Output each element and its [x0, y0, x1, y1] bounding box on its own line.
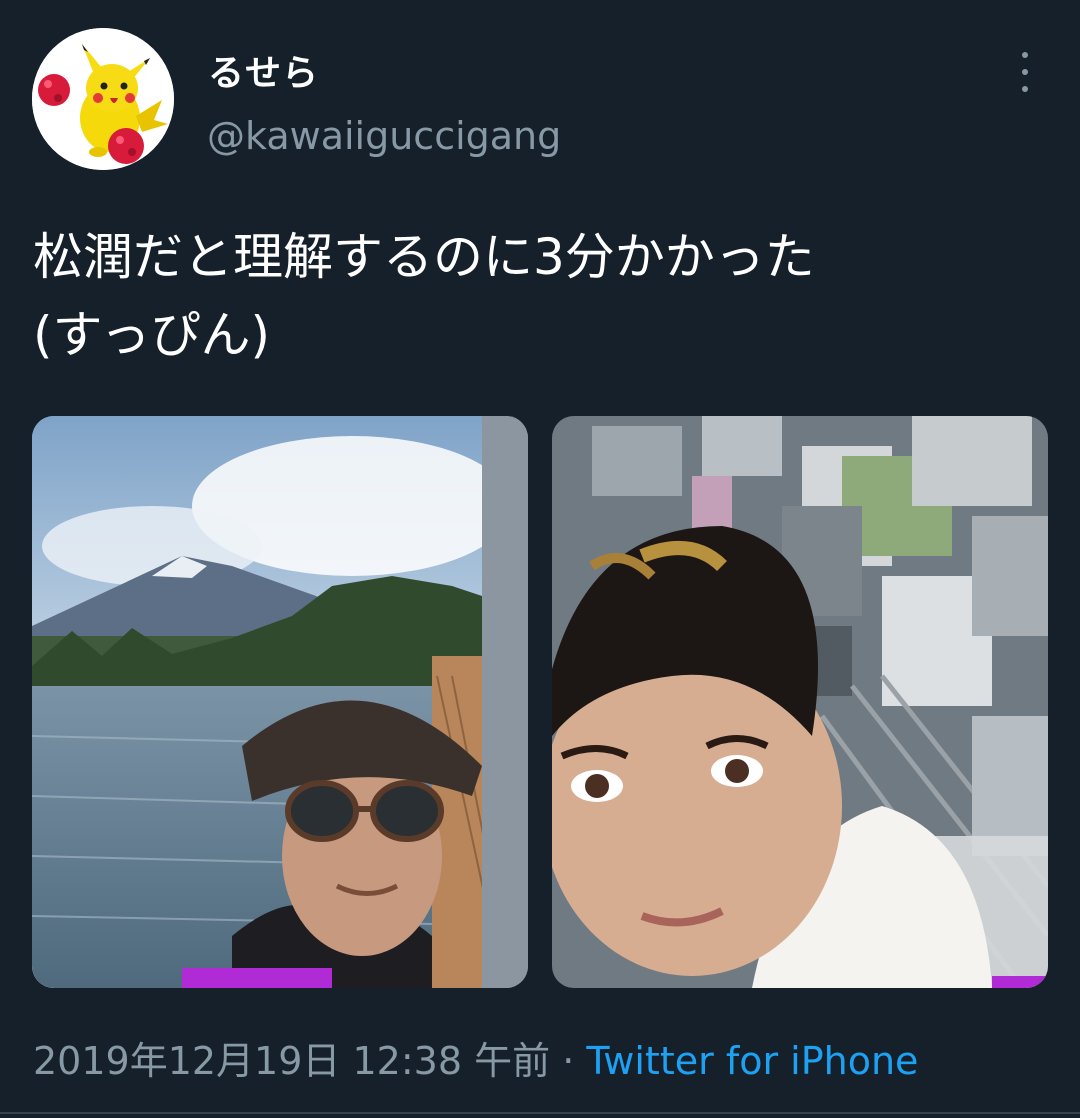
divider	[0, 1112, 1080, 1114]
display-name[interactable]: るせら	[208, 44, 319, 96]
tweet-text-line-1: 松潤だと理解するのに3分かかった	[33, 228, 815, 286]
user-handle[interactable]: @kawaiiguccigang	[207, 114, 561, 158]
dot	[1022, 52, 1028, 58]
separator: ·	[562, 1039, 575, 1083]
dot	[1022, 86, 1028, 92]
photo-mount-fuji-selfie-icon	[32, 416, 528, 988]
source-link[interactable]: Twitter for iPhone	[586, 1039, 918, 1083]
media-photo-right[interactable]	[552, 416, 1048, 988]
tweet-meta: 2019年12月19日 12:38 午前 · Twitter for iPhon…	[33, 1030, 918, 1085]
pikachu-avatar-icon	[32, 28, 174, 170]
photo-city-rooftop-selfie-icon	[552, 416, 1048, 988]
tweet-text: 松潤だと理解するのに3分かかった (すっぴん)	[33, 218, 1043, 374]
avatar[interactable]	[32, 28, 174, 170]
dot	[1022, 69, 1028, 75]
timestamp[interactable]: 2019年12月19日 12:38 午前	[33, 1039, 550, 1083]
more-vertical-icon[interactable]	[1010, 52, 1040, 92]
tweet-text-line-2: (すっぴん)	[33, 306, 271, 364]
media-photo-left[interactable]	[32, 416, 528, 988]
